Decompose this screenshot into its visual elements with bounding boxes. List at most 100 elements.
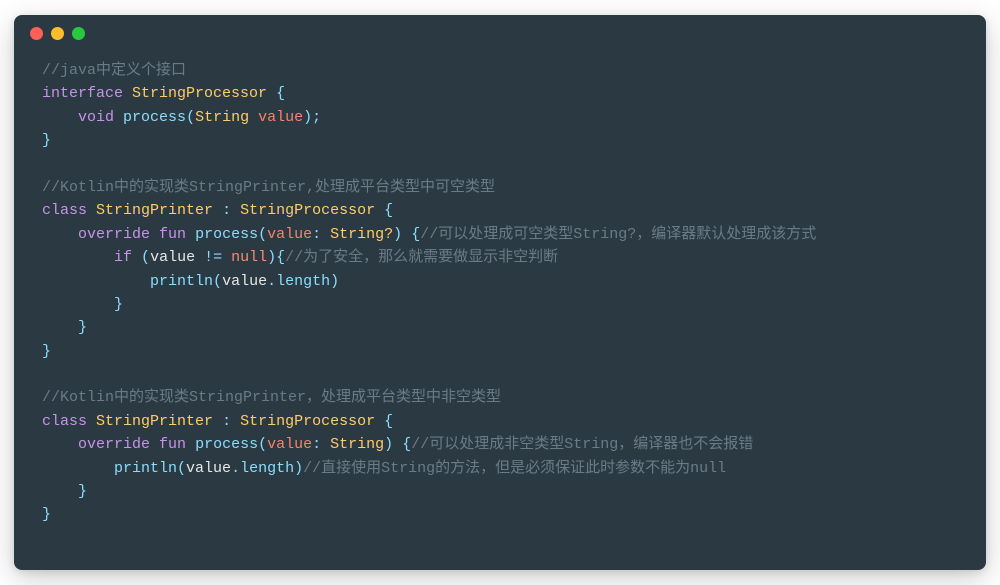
code-token-keyword: class: [42, 202, 87, 219]
code-token-plain: [213, 413, 222, 430]
code-token-keyword: interface: [42, 85, 123, 102]
code-token-func: process: [195, 226, 258, 243]
code-token-ident: value: [222, 273, 267, 290]
code-token-punct: }: [78, 483, 87, 500]
code-token-plain: [375, 413, 384, 430]
code-token-plain: [42, 226, 78, 243]
code-token-plain: [114, 109, 123, 126]
code-token-type: StringProcessor: [132, 85, 267, 102]
code-token-plain: [150, 436, 159, 453]
code-token-keyword: fun: [159, 226, 186, 243]
code-token-plain: [231, 413, 240, 430]
code-token-punct: }: [114, 296, 123, 313]
code-token-punct: {: [276, 85, 285, 102]
code-token-prop: length: [240, 460, 294, 477]
code-token-keyword: void: [78, 109, 114, 126]
titlebar[interactable]: [14, 15, 986, 51]
code-line: [14, 153, 986, 176]
code-token-punct: }: [42, 506, 51, 523]
code-token-punct: :: [222, 413, 231, 430]
code-line: interface StringProcessor {: [14, 82, 986, 105]
code-token-keyword: if: [114, 249, 132, 266]
code-token-punct: .: [231, 460, 240, 477]
code-token-type: StringProcessor: [240, 202, 375, 219]
code-token-punct: ): [330, 273, 339, 290]
code-line: //Kotlin中的实现类StringPrinter，处理成平台类型中非空类型: [14, 386, 986, 409]
code-token-comment: //为了安全，那么就需要做显示非空判断: [285, 249, 558, 266]
code-token-param: value: [258, 109, 303, 126]
code-line: override fun process(value: String?) {//…: [14, 223, 986, 246]
code-token-comment: //Kotlin中的实现类StringPrinter，处理成平台类型中非空类型: [42, 389, 501, 406]
code-token-plain: [267, 85, 276, 102]
code-token-type: StringProcessor: [240, 413, 375, 430]
code-token-plain: [42, 483, 78, 500]
code-token-comment: //直接使用String的方法，但是必须保证此时参数不能为null: [303, 460, 726, 477]
code-token-keyword: override: [78, 226, 150, 243]
code-token-punct: {: [411, 226, 420, 243]
code-token-comment: //可以处理成非空类型String，编译器也不会报错: [411, 436, 753, 453]
code-token-punct: (: [213, 273, 222, 290]
code-line: //Kotlin中的实现类StringPrinter,处理成平台类型中可空类型: [14, 176, 986, 199]
code-line: println(value.length)//直接使用String的方法，但是必…: [14, 457, 986, 480]
code-token-plain: [87, 202, 96, 219]
code-token-plain: [231, 202, 240, 219]
code-token-plain: [42, 109, 78, 126]
code-token-plain: [42, 273, 150, 290]
code-token-plain: [321, 436, 330, 453]
code-token-func: println: [150, 273, 213, 290]
code-token-prop: length: [276, 273, 330, 290]
code-token-punct: !=: [204, 249, 222, 266]
code-token-punct: ): [393, 226, 402, 243]
code-editor[interactable]: //java中定义个接口interface StringProcessor { …: [14, 51, 986, 543]
minimize-icon[interactable]: [51, 27, 64, 40]
code-token-plain: [42, 460, 114, 477]
code-line: println(value.length): [14, 270, 986, 293]
code-token-plain: [42, 249, 114, 266]
code-token-punct: (: [177, 460, 186, 477]
code-token-punct: ){: [267, 249, 285, 266]
code-token-punct: :: [222, 202, 231, 219]
code-token-punct: (: [258, 436, 267, 453]
code-token-plain: [132, 249, 141, 266]
code-line: class StringPrinter : StringProcessor {: [14, 410, 986, 433]
code-token-punct: {: [384, 413, 393, 430]
code-token-plain: [186, 226, 195, 243]
code-token-func: println: [114, 460, 177, 477]
code-token-keyword: class: [42, 413, 87, 430]
code-token-type: StringPrinter: [96, 413, 213, 430]
code-token-plain: [402, 226, 411, 243]
code-line: if (value != null){//为了安全，那么就需要做显示非空判断: [14, 246, 986, 269]
code-token-plain: [150, 226, 159, 243]
code-line: }: [14, 129, 986, 152]
code-token-comment: //java中定义个接口: [42, 62, 186, 79]
code-token-punct: ): [384, 436, 393, 453]
code-token-plain: [213, 202, 222, 219]
code-token-plain: [123, 85, 132, 102]
maximize-icon[interactable]: [72, 27, 85, 40]
code-line: [14, 363, 986, 386]
code-token-plain: [42, 319, 78, 336]
code-token-param: value: [267, 436, 312, 453]
code-token-plain: [321, 226, 330, 243]
code-token-plain: [186, 436, 195, 453]
code-token-type: StringPrinter: [96, 202, 213, 219]
close-icon[interactable]: [30, 27, 43, 40]
code-token-punct: }: [42, 343, 51, 360]
code-token-punct: :: [312, 436, 321, 453]
code-line: void process(String value);: [14, 106, 986, 129]
code-token-plain: [42, 296, 114, 313]
code-token-ident: value: [150, 249, 195, 266]
code-line: }: [14, 293, 986, 316]
code-token-punct: }: [78, 319, 87, 336]
code-token-func: process: [195, 436, 258, 453]
code-token-keyword: override: [78, 436, 150, 453]
code-token-comment: //可以处理成可空类型String?，编译器默认处理成该方式: [420, 226, 816, 243]
code-line: }: [14, 503, 986, 526]
code-token-type: String?: [330, 226, 393, 243]
code-line: class StringPrinter : StringProcessor {: [14, 199, 986, 222]
code-token-param: value: [267, 226, 312, 243]
code-token-punct: ): [294, 460, 303, 477]
code-token-plain: [87, 413, 96, 430]
code-token-comment: //Kotlin中的实现类StringPrinter,处理成平台类型中可空类型: [42, 179, 495, 196]
code-line: }: [14, 316, 986, 339]
